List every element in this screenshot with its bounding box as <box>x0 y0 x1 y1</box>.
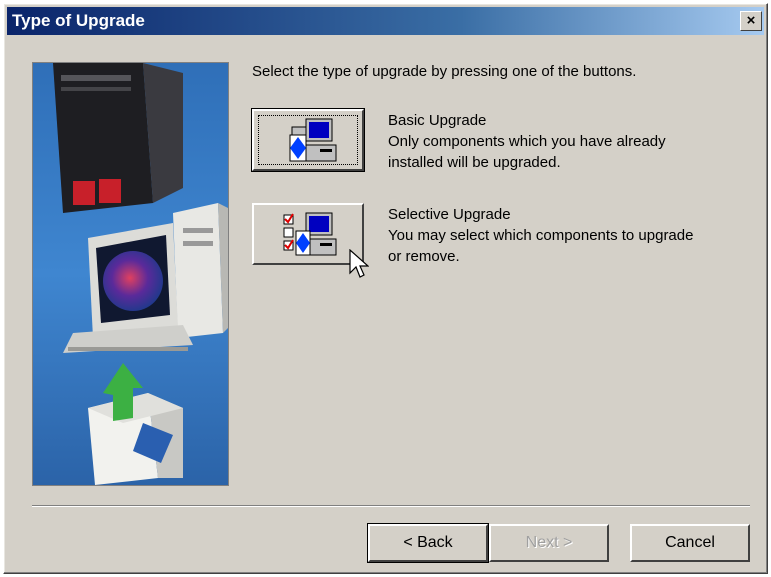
button-row-divider <box>32 505 750 507</box>
basic-upgrade-title: Basic Upgrade <box>388 112 487 129</box>
instruction-text: Select the type of upgrade by pressing o… <box>252 63 637 80</box>
basic-upgrade-desc-line2: installed will be upgraded. <box>388 154 561 171</box>
server-icon <box>53 63 183 213</box>
basic-upgrade-desc-line1: Only components which you have already <box>388 133 666 150</box>
close-icon: × <box>746 12 756 29</box>
computer-checklist-icon <box>283 212 337 256</box>
back-button[interactable]: < Back <box>367 523 489 563</box>
cancel-button[interactable]: Cancel <box>630 524 750 562</box>
selective-upgrade-desc-line2: or remove. <box>388 248 460 265</box>
window-title: Type of Upgrade <box>12 11 145 30</box>
mouse-pointer-icon <box>349 249 369 278</box>
close-button[interactable]: × <box>740 11 762 31</box>
basic-upgrade-button[interactable] <box>251 108 365 172</box>
computer-install-icon <box>289 118 337 162</box>
selective-upgrade-button[interactable] <box>252 203 364 265</box>
next-button[interactable]: Next > <box>489 524 609 562</box>
basic-upgrade-description: Basic Upgrade Only components which you … <box>388 110 666 173</box>
selective-upgrade-title: Selective Upgrade <box>388 206 511 223</box>
selective-upgrade-desc-line1: You may select which components to upgra… <box>388 227 694 244</box>
wizard-side-illustration <box>32 62 229 486</box>
selective-upgrade-description: Selective Upgrade You may select which c… <box>388 204 693 267</box>
title-bar: Type of Upgrade × <box>7 7 764 35</box>
